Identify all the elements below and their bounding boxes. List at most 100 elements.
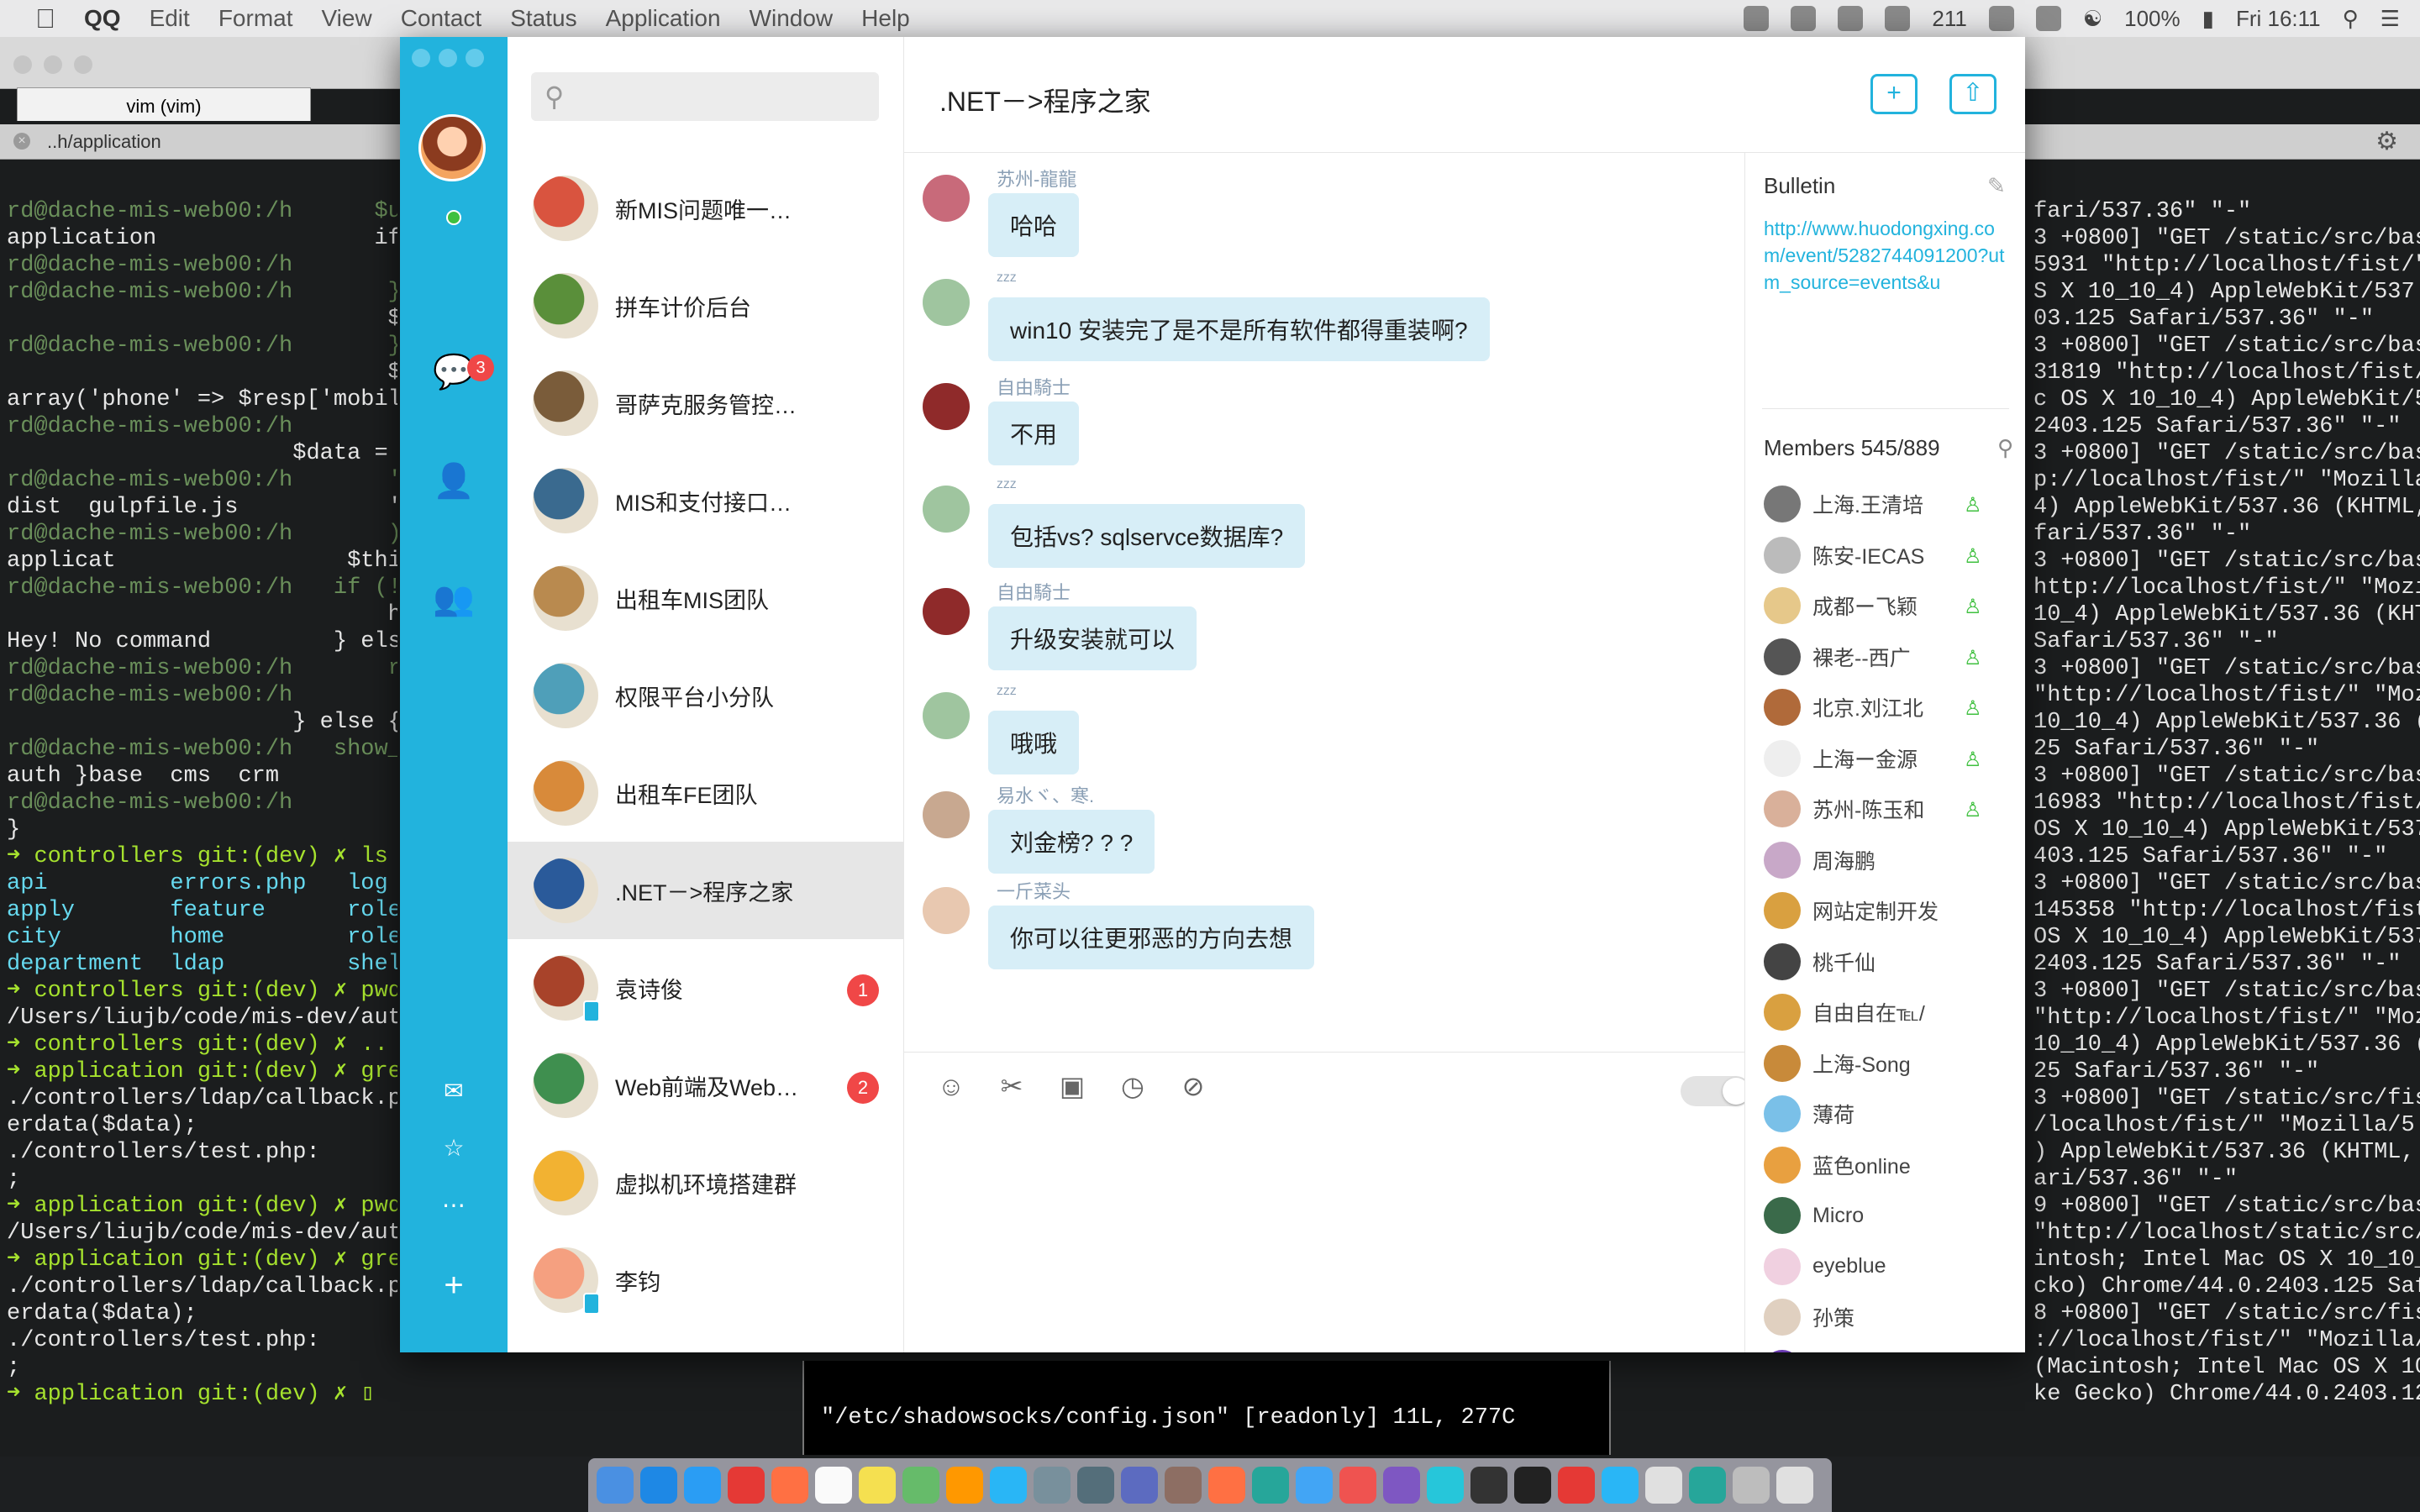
status-app-icon[interactable] xyxy=(1838,6,1864,31)
dock-app-icon[interactable] xyxy=(990,1467,1027,1504)
sender-avatar[interactable] xyxy=(923,887,970,934)
dock-app-icon[interactable] xyxy=(1689,1467,1726,1504)
window-close-button[interactable] xyxy=(13,55,32,74)
menu-contact[interactable]: Contact xyxy=(401,5,482,32)
sender-name[interactable]: 自由騎士 xyxy=(997,373,1071,400)
message-list[interactable]: 苏州-龍龍 哈哈 ᶻᶻᶻ win10 安装完了是不是所有软件都得重装啊? 自由騎士 不用 ᶻ… xyxy=(904,153,1744,1052)
member-item[interactable]: 上海ー金源 ♙ xyxy=(1764,733,2016,784)
new-discussion-icon[interactable]: + xyxy=(1870,74,1918,114)
dock-app-icon[interactable] xyxy=(597,1467,634,1504)
sender-avatar[interactable] xyxy=(923,791,970,838)
screenshot-scissors-icon[interactable]: ✂ xyxy=(993,1068,1030,1105)
dock-app-icon[interactable] xyxy=(1383,1467,1420,1504)
dock-app-icon[interactable] xyxy=(1645,1467,1682,1504)
message-bubble[interactable]: 哈哈 xyxy=(988,193,1080,257)
apple-menu-icon[interactable]:  xyxy=(35,3,55,34)
conversation-item[interactable]: 出租车MIS团队 xyxy=(508,549,904,647)
online-status-dot[interactable] xyxy=(446,210,461,225)
notification-center-icon[interactable]: ☰ xyxy=(2381,6,2400,32)
dock-app-icon[interactable] xyxy=(1427,1467,1464,1504)
menu-app-qq[interactable]: QQ xyxy=(84,5,121,32)
member-item[interactable]: Confused xyxy=(1764,1343,2016,1352)
groups-icon[interactable]: 👥 xyxy=(430,575,477,622)
dock-app-icon[interactable] xyxy=(728,1467,765,1504)
member-item[interactable]: 孙策 xyxy=(1764,1292,2016,1342)
member-item[interactable]: 自由自在℡/ xyxy=(1764,987,2016,1037)
menu-view[interactable]: View xyxy=(322,5,372,32)
sender-avatar[interactable] xyxy=(923,279,970,326)
message-bubble[interactable]: win10 安装完了是不是所有软件都得重装啊? xyxy=(988,297,1490,361)
menu-format[interactable]: Format xyxy=(218,5,293,32)
dock-app-icon[interactable] xyxy=(859,1467,896,1504)
member-item[interactable]: 苏州-陈玉和 ♙ xyxy=(1764,784,2016,834)
share-upload-icon[interactable]: ⇧ xyxy=(1949,74,1996,114)
dock-app-icon[interactable] xyxy=(1339,1467,1376,1504)
member-item[interactable]: Micro xyxy=(1764,1190,2016,1241)
emoji-icon[interactable]: ☺ xyxy=(933,1068,970,1105)
sender-name[interactable]: ᶻᶻᶻ xyxy=(997,475,1017,497)
battery-percent[interactable]: 100% xyxy=(2124,6,2181,32)
window-zoom-button[interactable] xyxy=(74,55,92,74)
status-app-icon[interactable] xyxy=(1791,6,1817,31)
message-input[interactable] xyxy=(904,1119,1744,1352)
dock-app-icon[interactable] xyxy=(1208,1467,1245,1504)
menu-window[interactable]: Window xyxy=(750,5,834,32)
sender-avatar[interactable] xyxy=(923,588,970,635)
dock-app-icon[interactable] xyxy=(684,1467,721,1504)
window-minimize-button[interactable] xyxy=(44,55,62,74)
bulletin-link[interactable]: http://www.huodongxing.com/event/5282744… xyxy=(1764,215,2016,296)
conversation-item[interactable]: 虚拟机环境搭建群 xyxy=(508,1134,904,1231)
dock-app-icon[interactable] xyxy=(1514,1467,1551,1504)
dock-app-icon[interactable] xyxy=(1733,1467,1770,1504)
status-app-icon[interactable] xyxy=(1885,6,1911,31)
member-item[interactable]: 网站定制开发 xyxy=(1764,885,2016,936)
conversation-item[interactable]: 拼车计价后台 xyxy=(508,257,904,354)
window-minimize-button[interactable] xyxy=(439,49,457,67)
member-item[interactable]: 上海-Song xyxy=(1764,1038,2016,1089)
status-app-icon[interactable] xyxy=(1744,6,1770,31)
status-count[interactable]: 211 xyxy=(1932,6,1966,32)
menu-application[interactable]: Application xyxy=(606,5,721,32)
member-item[interactable]: 蓝色online xyxy=(1764,1140,2016,1190)
sender-name[interactable]: 苏州-龍龍 xyxy=(997,165,1076,192)
message-bubble[interactable]: 刘金榜? ? ? xyxy=(988,810,1155,874)
dock-app-icon[interactable] xyxy=(771,1467,808,1504)
member-item[interactable]: 上海.王清培 ♙ xyxy=(1764,479,2016,529)
dock-app-icon[interactable] xyxy=(1602,1467,1639,1504)
message-bubble[interactable]: 不用 xyxy=(988,402,1080,465)
conversation-item[interactable]: 李钧 xyxy=(508,1231,904,1329)
menu-edit[interactable]: Edit xyxy=(150,5,190,32)
message-bubble[interactable]: 包括vs? sqlservce数据库? xyxy=(988,504,1306,568)
conversation-item[interactable]: 袁诗俊 1 xyxy=(508,939,904,1037)
dock-app-icon[interactable] xyxy=(815,1467,852,1504)
dock-app-icon[interactable] xyxy=(1558,1467,1595,1504)
dock-app-icon[interactable] xyxy=(1077,1467,1114,1504)
dock-app-icon[interactable] xyxy=(1121,1467,1158,1504)
contacts-icon[interactable]: 👤 xyxy=(430,457,477,504)
sender-name[interactable]: 易水ヾ、寒. xyxy=(997,781,1094,808)
dock-app-icon[interactable] xyxy=(1252,1467,1289,1504)
dock-app-icon[interactable] xyxy=(1165,1467,1202,1504)
member-item[interactable]: 桃千仙 xyxy=(1764,937,2016,987)
dock-app-icon[interactable] xyxy=(1470,1467,1507,1504)
dock-app-icon[interactable] xyxy=(946,1467,983,1504)
sender-avatar[interactable] xyxy=(923,383,970,430)
clock[interactable]: Fri 16:11 xyxy=(2236,6,2321,32)
edit-icon[interactable]: ✎ xyxy=(1987,173,2006,199)
message-bubble[interactable]: 你可以往更邪恶的方向去想 xyxy=(988,906,1315,969)
tab-vim[interactable]: vim (vim) xyxy=(17,87,311,121)
vim-pane[interactable]: "/etc/shadowsocks/config.json" [readonly… xyxy=(802,1361,1611,1455)
dock-app-icon[interactable] xyxy=(1034,1467,1071,1504)
window-zoom-button[interactable] xyxy=(466,49,484,67)
conversation-item[interactable]: 哥萨克服务管控项目 xyxy=(508,354,904,452)
terminal-pane-right[interactable]: fari/537.36" "-" 3 +0800] "GET /static/sr… xyxy=(2033,198,2420,1467)
sender-name[interactable]: 自由騎士 xyxy=(997,578,1071,605)
conversation-item[interactable]: 权限平台小分队 xyxy=(508,647,904,744)
my-avatar[interactable] xyxy=(418,114,486,181)
conversation-item[interactable]: 出租车FE团队 xyxy=(508,744,904,842)
block-messages-icon[interactable]: ⊘ xyxy=(1175,1068,1212,1105)
sender-name[interactable]: ᶻᶻᶻ xyxy=(997,682,1017,704)
conversation-item[interactable]: MIS和支付接口沟通 xyxy=(508,452,904,549)
dock-app-icon[interactable] xyxy=(640,1467,677,1504)
menu-help[interactable]: Help xyxy=(861,5,910,32)
